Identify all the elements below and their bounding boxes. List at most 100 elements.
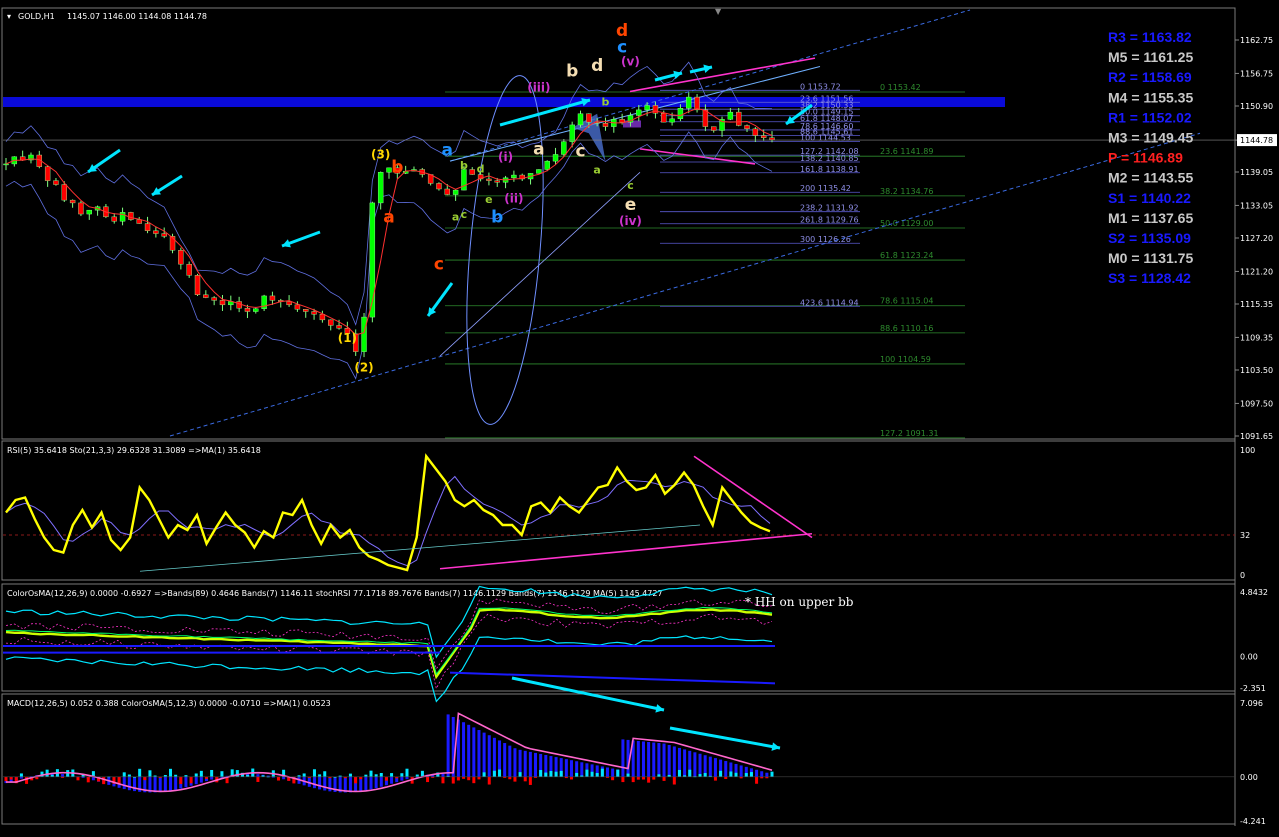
osma-histogram-bar (169, 768, 173, 777)
macd-histogram-bar (652, 742, 656, 777)
macd-histogram-bar (482, 732, 486, 777)
candle-body (236, 301, 242, 309)
price-tick-label: 1150.90 (1240, 102, 1273, 111)
rsi-axis-label: 0 (1240, 571, 1245, 580)
scroll-marker-icon[interactable]: ▼ (715, 7, 722, 16)
macd-histogram-bar (184, 776, 188, 788)
fib-level-label: 78.6 1115.04 (880, 297, 933, 306)
hh-annotation: * HH on upper bb (745, 595, 854, 609)
macd-histogram-bar (390, 776, 394, 784)
window-title-arrow-icon[interactable]: ▾ (7, 12, 11, 21)
macd-histogram-bar (765, 772, 769, 777)
osma-histogram-bar (323, 771, 327, 777)
pivot-level: M1 = 1137.65 (1108, 210, 1193, 226)
wave-label: b (491, 207, 503, 227)
macd-histogram-bar (312, 776, 316, 789)
macd-histogram-bar (513, 748, 517, 777)
macd-histogram-bar (472, 727, 476, 777)
macd-histogram-bar (462, 722, 466, 777)
fib-ext-label: 0 1153.72 (800, 82, 841, 91)
osma-histogram-bar (415, 774, 419, 777)
macd-histogram-bar (441, 773, 445, 777)
price-tick-label: 1097.50 (1240, 399, 1273, 408)
macd-histogram-bar (348, 776, 352, 793)
pivot-level: S1 = 1140.22 (1108, 190, 1191, 206)
wave-label: c (627, 179, 634, 192)
candle-body (602, 123, 609, 127)
osma-histogram-bar (348, 773, 352, 777)
macd-histogram-bar (210, 776, 214, 780)
osma-histogram-bar (611, 776, 615, 781)
candle-body (286, 301, 292, 306)
macd-histogram-bar (282, 776, 286, 780)
trading-chart[interactable]: ▾ GOLD,H1 1145.07 1146.00 1144.08 1144.7… (0, 0, 1279, 837)
wave-label: a (452, 211, 459, 224)
macd-histogram-bar (636, 740, 640, 777)
candle-body (486, 178, 492, 181)
fib-level-label: 38.2 1134.76 (880, 187, 933, 196)
macd-histogram-bar (698, 753, 702, 777)
osma-histogram-bar (600, 768, 604, 777)
wave-label: e (485, 193, 492, 206)
osma-histogram-bar (662, 776, 666, 781)
macd-axis-label: -4.241 (1240, 817, 1266, 826)
wave-label: a (533, 139, 544, 159)
fib-level-label: 88.6 1110.16 (880, 324, 933, 333)
osma-histogram-bar (544, 772, 548, 777)
osma-histogram-bar (359, 776, 363, 780)
fib-level-label: 23.6 1141.89 (880, 147, 933, 156)
window-title: GOLD,H1 (18, 12, 55, 21)
osma-histogram-bar (626, 773, 630, 777)
osma-histogram-bar (189, 776, 193, 784)
macd-histogram-bar (739, 765, 743, 777)
osma-histogram-bar (636, 776, 640, 780)
fib-ext-label: 238.2 1131.92 (800, 204, 859, 213)
candle-body (636, 109, 642, 116)
macd-histogram-bar (61, 774, 65, 777)
price-tick-label: 1121.20 (1240, 267, 1273, 276)
osma-histogram-bar (513, 776, 517, 782)
macd-histogram-bar (621, 739, 625, 777)
wave-label: (3) (371, 147, 390, 161)
fib-ext-label: 200 1135.42 (800, 184, 851, 193)
macd-histogram-bar (503, 743, 507, 777)
osma-histogram-bar (729, 771, 733, 777)
macd-histogram-bar (122, 776, 126, 790)
wave-label: b (460, 159, 468, 172)
osma-histogram-bar (369, 770, 373, 777)
osma-histogram-bar (364, 774, 368, 777)
fib-level-label: 61.8 1123.24 (880, 251, 933, 260)
osma-histogram-bar (770, 771, 774, 777)
fib-ext-label: 423.6 1114.94 (800, 298, 859, 307)
macd-histogram-bar (672, 746, 676, 777)
candle-body (328, 319, 334, 326)
osma-histogram-bar (143, 776, 147, 781)
macd-axis-label: 0.00 (1240, 773, 1258, 782)
osma-axis-label: 4.8432 (1240, 588, 1268, 597)
osma-histogram-bar (148, 770, 152, 777)
candle-body (244, 307, 251, 312)
macd-histogram-bar (379, 776, 383, 787)
osma-histogram-bar (713, 776, 717, 781)
pivot-level: S2 = 1135.09 (1108, 230, 1191, 246)
macd-histogram-bar (374, 776, 378, 789)
macd-histogram-bar (760, 771, 764, 777)
osma-histogram-bar (400, 773, 404, 777)
osma-histogram-bar (384, 776, 388, 781)
fib-level-label: 0 1153.42 (880, 83, 921, 92)
osma-histogram-bar (672, 776, 676, 785)
macd-histogram-bar (477, 730, 481, 777)
candle-body (561, 141, 567, 155)
candle-body (44, 166, 51, 181)
osma-histogram-bar (549, 770, 553, 777)
candle-body (161, 233, 167, 237)
fib-level-label: 127.2 1091.31 (880, 429, 939, 438)
macd-histogram-bar (755, 769, 759, 777)
osma-histogram-bar (276, 776, 280, 781)
pivot-level: R2 = 1158.69 (1108, 69, 1192, 85)
osma-histogram-bar (744, 773, 748, 777)
osma-histogram-bar (354, 776, 358, 784)
osma-histogram-bar (9, 776, 13, 780)
candle-body (494, 180, 500, 183)
candle-body (744, 125, 750, 130)
